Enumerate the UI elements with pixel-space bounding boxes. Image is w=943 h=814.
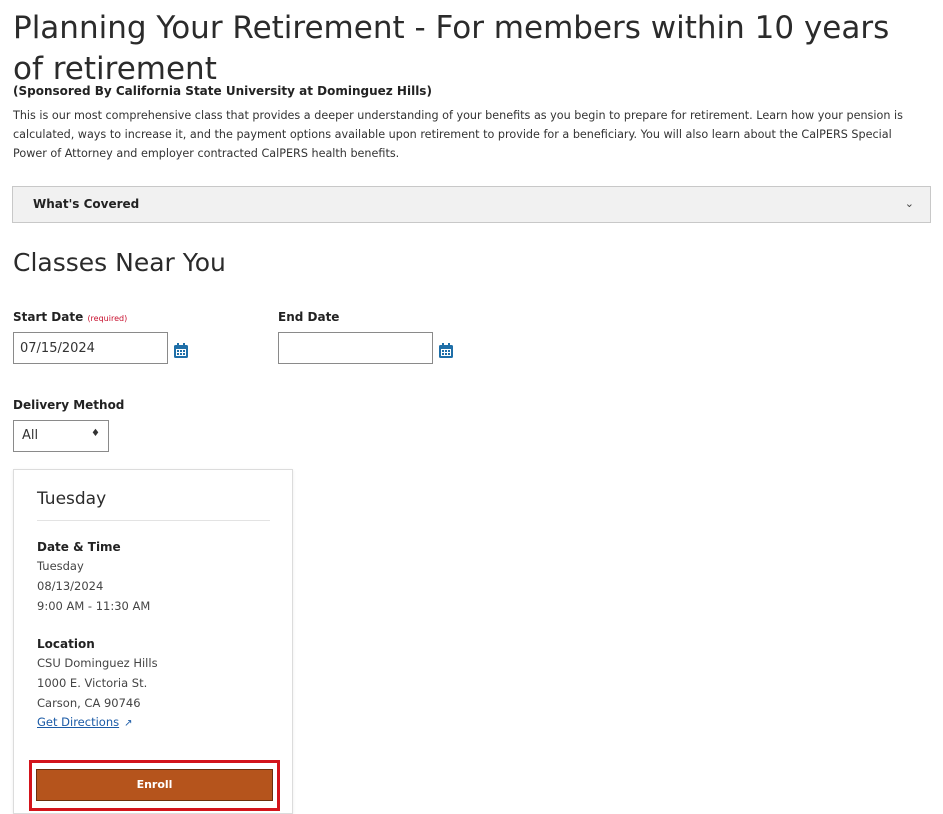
required-indicator: (required) bbox=[87, 314, 128, 323]
sponsor-text: (Sponsored By California State Universit… bbox=[13, 84, 432, 98]
class-description: This is our most comprehensive class tha… bbox=[13, 109, 903, 160]
directions-row: Get Directions ↗ bbox=[37, 715, 133, 729]
date-time-label: Date & Time bbox=[37, 540, 121, 554]
card-divider bbox=[37, 520, 270, 521]
end-date-calendar-icon[interactable] bbox=[438, 342, 454, 359]
page-title: Planning Your Retirement - For members w… bbox=[13, 10, 890, 87]
get-directions-link[interactable]: Get Directions bbox=[37, 715, 119, 729]
class-time: 9:00 AM - 11:30 AM bbox=[37, 599, 151, 613]
accordion-label: What's Covered bbox=[33, 197, 140, 211]
delivery-method-value: All bbox=[22, 428, 39, 443]
class-day: Tuesday bbox=[37, 559, 84, 573]
select-arrows-icon: ♦ bbox=[91, 428, 100, 439]
address-line-1: 1000 E. Victoria St. bbox=[37, 676, 148, 690]
class-date: 08/13/2024 bbox=[37, 579, 104, 593]
class-details-page: Planning Your Retirement - For members w… bbox=[0, 0, 943, 814]
external-link-icon: ↗ bbox=[124, 718, 133, 729]
card-day-heading: Tuesday bbox=[37, 489, 107, 509]
whats-covered-accordion[interactable]: What's Covered ⌄ bbox=[12, 186, 931, 223]
start-date-calendar-icon[interactable] bbox=[173, 342, 189, 359]
enroll-highlight: Enroll bbox=[29, 760, 280, 811]
chevron-down-icon: ⌄ bbox=[904, 197, 914, 210]
start-date-input[interactable] bbox=[13, 332, 168, 364]
classes-near-you-heading: Classes Near You bbox=[13, 248, 226, 277]
end-date-label: End Date bbox=[278, 310, 340, 324]
location-name: CSU Dominguez Hills bbox=[37, 656, 158, 670]
end-date-input[interactable] bbox=[278, 332, 433, 364]
location-label: Location bbox=[37, 637, 95, 651]
start-date-label: Start Date (required) bbox=[13, 310, 127, 324]
enroll-button[interactable]: Enroll bbox=[36, 769, 273, 801]
start-date-label-text: Start Date bbox=[13, 310, 84, 324]
delivery-method-label: Delivery Method bbox=[13, 398, 125, 412]
address-line-2: Carson, CA 90746 bbox=[37, 696, 141, 710]
delivery-method-select[interactable]: All ♦ bbox=[13, 420, 109, 452]
